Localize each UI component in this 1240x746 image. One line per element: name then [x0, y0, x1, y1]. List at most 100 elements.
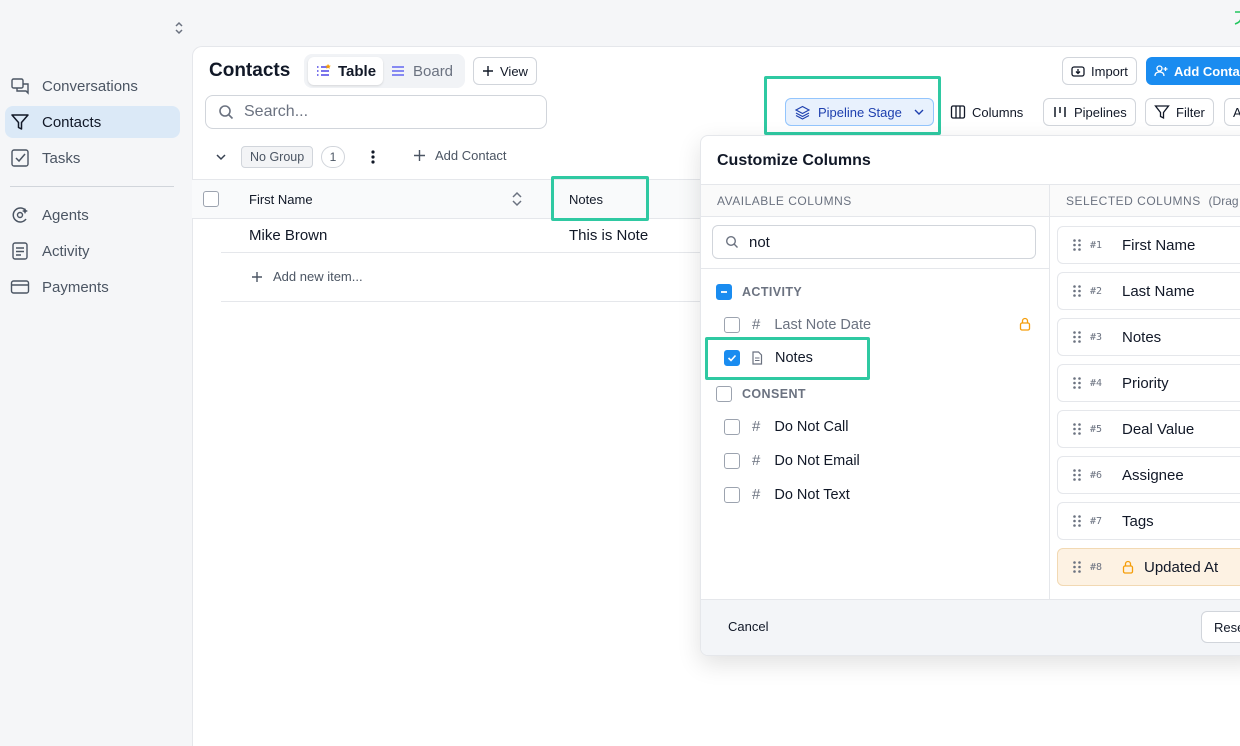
drag-handle-icon[interactable]: [1072, 560, 1084, 574]
selected-column-item[interactable]: #7 Tags: [1057, 502, 1240, 540]
option-label: Do Not Text: [774, 486, 850, 503]
sidebar-item-contacts[interactable]: Contacts: [5, 106, 180, 138]
page-title: Contacts: [209, 60, 291, 81]
group-activity-checkbox[interactable]: [716, 284, 732, 300]
selected-column-label: First Name: [1122, 236, 1196, 254]
sidebar: Conversations Contacts Tasks Agents Acti…: [0, 0, 192, 746]
selected-columns-header: SELECTED COLUMNS (Drag t: [1066, 194, 1240, 208]
tab-board[interactable]: Board: [390, 57, 453, 85]
drag-handle-icon[interactable]: [1072, 330, 1084, 344]
option-checkbox[interactable]: [724, 486, 740, 503]
agent-icon: [10, 205, 30, 225]
columns-icon: [950, 104, 966, 120]
selected-column-item[interactable]: #2 Last Name: [1057, 272, 1240, 310]
selected-column-label: Updated At: [1144, 558, 1219, 576]
card-icon: [10, 277, 30, 297]
group-activity-label: ACTIVITY: [742, 285, 803, 299]
hash-icon: #: [752, 418, 761, 435]
tab-table[interactable]: Table: [308, 57, 383, 85]
plus-icon: [413, 149, 426, 162]
sidebar-item-label: Conversations: [42, 77, 138, 95]
sidebar-item-activity[interactable]: Activity: [5, 235, 180, 267]
columns-button[interactable]: Columns: [942, 98, 1032, 126]
modal-footer: [701, 599, 1240, 655]
option-label: Last Note Date: [774, 316, 872, 333]
column-order-number: #1: [1090, 239, 1103, 251]
selected-columns-hint: (Drag t: [1208, 194, 1240, 208]
drag-handle-icon[interactable]: [1072, 468, 1084, 482]
chevron-updown-icon[interactable]: [172, 20, 186, 36]
pipelines-icon: [1052, 105, 1068, 119]
add-contact-inline-button[interactable]: Add Contact: [413, 148, 507, 163]
option-do-not-email[interactable]: # Do Not Email: [724, 452, 860, 469]
cancel-button[interactable]: Cancel: [728, 619, 768, 634]
table-list-icon: [316, 63, 332, 79]
more-vertical-icon[interactable]: [366, 148, 380, 166]
drag-handle-icon[interactable]: [1072, 284, 1084, 298]
search-divider: [701, 268, 1049, 269]
group-activity[interactable]: ACTIVITY: [716, 284, 802, 300]
selected-column-label: Priority: [1122, 374, 1169, 392]
drag-handle-icon[interactable]: [1072, 514, 1084, 528]
option-do-not-text[interactable]: # Do Not Text: [724, 486, 850, 503]
cell-notes[interactable]: This is Note: [569, 227, 648, 244]
selected-column-item[interactable]: #1 First Name: [1057, 226, 1240, 264]
highlight-box: [551, 176, 649, 221]
import-button[interactable]: Import: [1062, 57, 1137, 85]
sort-icon[interactable]: [510, 190, 524, 208]
selected-column-item-locked[interactable]: #8 Updated At: [1057, 548, 1240, 586]
sidebar-item-payments[interactable]: Payments: [5, 271, 180, 303]
drag-handle-icon[interactable]: [1072, 422, 1084, 436]
selected-column-label: Assignee: [1122, 466, 1184, 484]
lock-icon: [1019, 317, 1031, 331]
add-user-icon: [1154, 64, 1168, 78]
sidebar-item-label: Agents: [42, 206, 89, 224]
reset-button[interactable]: Rese: [1201, 611, 1240, 643]
search-icon: [218, 104, 234, 120]
option-checkbox[interactable]: [724, 452, 740, 469]
option-last-note-date[interactable]: # Last Note Date: [724, 316, 871, 333]
selected-column-item[interactable]: #4 Priority: [1057, 364, 1240, 402]
add-contact-button[interactable]: Add Contac: [1146, 57, 1240, 85]
sidebar-item-tasks[interactable]: Tasks: [5, 142, 180, 174]
add-new-item-label: Add new item...: [273, 269, 363, 284]
select-all-checkbox[interactable]: [203, 191, 219, 207]
group-consent[interactable]: CONSENT: [716, 386, 806, 402]
selected-column-item[interactable]: #3 Notes: [1057, 318, 1240, 356]
column-order-number: #5: [1090, 423, 1103, 435]
column-search-input[interactable]: not: [712, 225, 1036, 259]
search-input[interactable]: Search...: [205, 95, 547, 129]
filter-button[interactable]: Filter: [1145, 98, 1214, 126]
sidebar-divider: [10, 186, 174, 187]
drag-handle-icon[interactable]: [1072, 376, 1084, 390]
collapse-chevron-icon[interactable]: [214, 150, 228, 164]
selected-column-label: Deal Value: [1122, 420, 1195, 438]
add-contact-label: Add Contac: [1174, 63, 1240, 79]
option-do-not-call[interactable]: # Do Not Call: [724, 418, 848, 435]
cell-first-name[interactable]: Mike Brown: [249, 227, 327, 244]
selected-columns-label: SELECTED COLUMNS: [1066, 194, 1201, 208]
task-check-icon: [10, 148, 30, 168]
filter-icon: [1154, 104, 1170, 120]
group-consent-checkbox[interactable]: [716, 386, 732, 402]
option-checkbox[interactable]: [724, 316, 740, 333]
column-header-first-name[interactable]: First Name: [249, 192, 313, 207]
selected-column-label: Tags: [1122, 512, 1154, 530]
add-view-button[interactable]: View: [473, 57, 537, 85]
lock-icon: [1122, 560, 1134, 574]
sidebar-item-label: Contacts: [42, 113, 102, 131]
option-checkbox[interactable]: [724, 418, 740, 435]
selected-column-item[interactable]: #5 Deal Value: [1057, 410, 1240, 448]
add-new-item-button[interactable]: Add new item...: [251, 269, 363, 284]
shield-icon[interactable]: [1234, 10, 1240, 26]
selected-column-label: Last Name: [1122, 282, 1195, 300]
column-order-number: #6: [1090, 469, 1103, 481]
selected-column-item[interactable]: #6 Assignee: [1057, 456, 1240, 494]
sidebar-item-agents[interactable]: Agents: [5, 199, 180, 231]
column-order-number: #2: [1090, 285, 1103, 297]
more-toolbar-button[interactable]: A: [1224, 98, 1240, 126]
pipelines-button[interactable]: Pipelines: [1043, 98, 1136, 126]
sidebar-item-conversations[interactable]: Conversations: [5, 70, 180, 102]
highlight-box: [705, 337, 870, 380]
drag-handle-icon[interactable]: [1072, 238, 1084, 252]
